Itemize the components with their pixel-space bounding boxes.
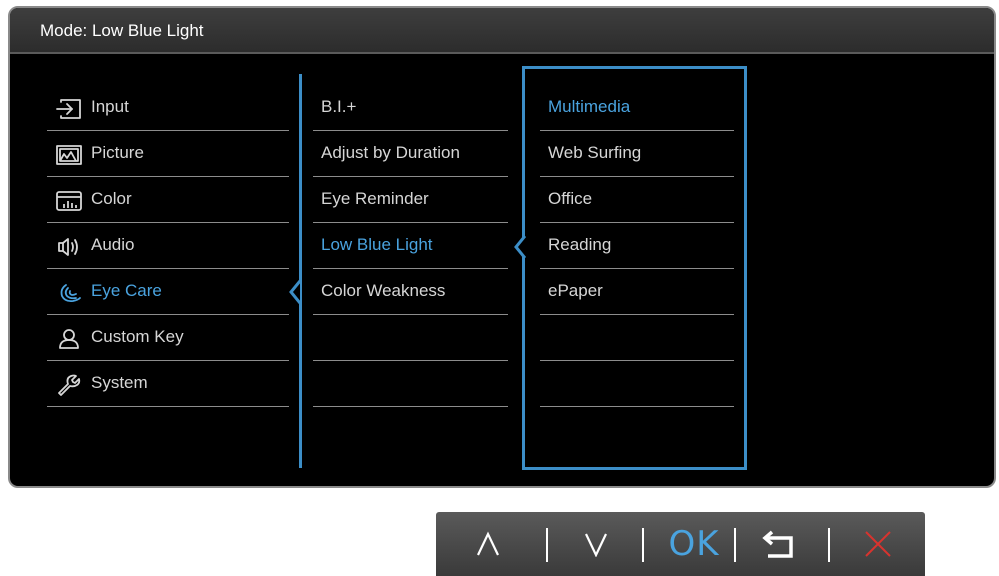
menu-item-label: System	[91, 373, 148, 392]
option-label: Office	[548, 189, 593, 208]
column-divider	[299, 74, 302, 468]
submenu-item-label: Adjust by Duration	[321, 143, 460, 162]
menu-item-input[interactable]: Input	[47, 85, 289, 131]
audio-icon	[55, 235, 83, 259]
key-navigation-bar: OK	[436, 512, 925, 576]
osd-menu-window: Mode: Low Blue Light Input Picture Color…	[8, 6, 996, 488]
nav-separator	[734, 528, 736, 562]
submenu-item-label: Eye Reminder	[321, 189, 429, 208]
osd-header: Mode: Low Blue Light	[10, 8, 994, 54]
back-button[interactable]	[744, 512, 814, 576]
low-blue-light-options: Multimedia Web Surfing Office Reading eP…	[540, 85, 734, 407]
option-label: Web Surfing	[548, 143, 642, 162]
menu-item-custom-key[interactable]: Custom Key	[47, 315, 289, 361]
option-epaper[interactable]: ePaper	[540, 269, 734, 315]
menu-item-label: Custom Key	[91, 327, 184, 346]
mode-title: Mode: Low Blue Light	[40, 21, 204, 40]
up-button[interactable]	[458, 512, 518, 576]
color-icon	[55, 189, 83, 213]
menu-item-color[interactable]: Color	[47, 177, 289, 223]
chevron-up-icon	[477, 531, 499, 556]
menu-item-label: Color	[91, 189, 132, 208]
option-empty	[540, 315, 734, 361]
submenu-item-eye-reminder[interactable]: Eye Reminder	[313, 177, 508, 223]
option-label: ePaper	[548, 281, 603, 300]
submenu-item-empty	[313, 315, 508, 361]
ok-label: OK	[668, 524, 720, 564]
option-office[interactable]: Office	[540, 177, 734, 223]
menu-item-eye-care[interactable]: Eye Care	[47, 269, 289, 315]
custom-key-icon	[55, 327, 83, 351]
chevron-down-icon	[585, 533, 607, 557]
submenu-item-label: Low Blue Light	[321, 235, 433, 254]
submenu-item-low-blue-light[interactable]: Low Blue Light	[313, 223, 508, 269]
option-web-surfing[interactable]: Web Surfing	[540, 131, 734, 177]
submenu-item-color-weakness[interactable]: Color Weakness	[313, 269, 508, 315]
back-arrow-icon	[762, 530, 793, 558]
option-multimedia[interactable]: Multimedia	[540, 85, 734, 131]
exit-button[interactable]	[848, 512, 908, 576]
nav-separator	[642, 528, 644, 562]
menu-item-label: Picture	[91, 143, 144, 162]
submenu-item-bi-plus[interactable]: B.I.+	[313, 85, 508, 131]
main-menu: Input Picture Color Audio Eye Care Custo…	[47, 85, 289, 407]
option-empty	[540, 361, 734, 407]
submenu-item-adjust-by-duration[interactable]: Adjust by Duration	[313, 131, 508, 177]
submenu-item-label: Color Weakness	[321, 281, 446, 300]
submenu-item-empty	[313, 361, 508, 407]
input-icon	[55, 97, 83, 121]
picture-icon	[55, 143, 83, 167]
system-icon	[55, 373, 83, 397]
nav-separator	[828, 528, 830, 562]
ok-button[interactable]: OK	[654, 512, 734, 576]
selection-caret-icon	[289, 280, 301, 304]
menu-item-audio[interactable]: Audio	[47, 223, 289, 269]
option-reading[interactable]: Reading	[540, 223, 734, 269]
eye-care-submenu: B.I.+ Adjust by Duration Eye Reminder Lo…	[313, 85, 508, 407]
close-icon	[865, 531, 891, 557]
option-label: Multimedia	[548, 97, 631, 116]
menu-item-label: Eye Care	[91, 281, 162, 300]
submenu-item-label: B.I.+	[321, 97, 357, 116]
selection-caret-icon	[514, 235, 526, 259]
down-button[interactable]	[566, 512, 626, 576]
option-label: Reading	[548, 235, 612, 254]
menu-item-label: Input	[91, 97, 129, 116]
nav-separator	[546, 528, 548, 562]
menu-item-picture[interactable]: Picture	[47, 131, 289, 177]
menu-item-label: Audio	[91, 235, 135, 254]
menu-item-system[interactable]: System	[47, 361, 289, 407]
eye-care-icon	[55, 281, 83, 305]
